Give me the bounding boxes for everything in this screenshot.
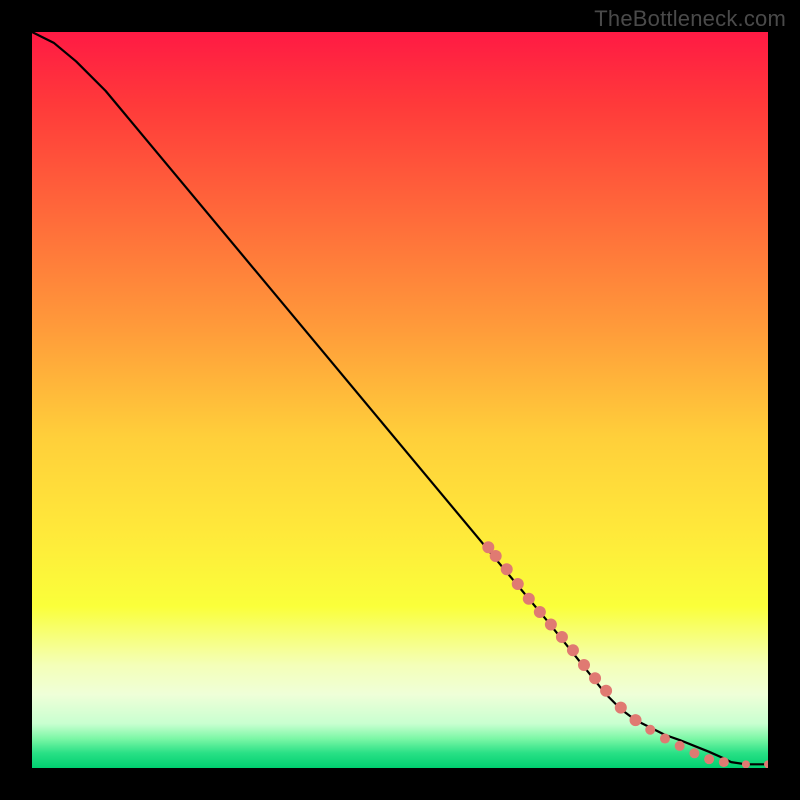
marker-point — [689, 748, 699, 758]
marker-point — [534, 606, 546, 618]
curve-line — [32, 32, 768, 764]
marker-point — [523, 593, 535, 605]
marker-point — [645, 725, 655, 735]
marker-point — [545, 618, 557, 630]
marker-point — [512, 578, 524, 590]
marker-point — [600, 685, 612, 697]
marker-point — [630, 714, 642, 726]
outer-frame: TheBottleneck.com — [0, 0, 800, 800]
marker-point — [764, 760, 768, 768]
marker-point — [675, 741, 685, 751]
marker-point — [501, 563, 513, 575]
marker-point — [589, 672, 601, 684]
marker-point — [742, 760, 750, 768]
watermark-text: TheBottleneck.com — [594, 6, 786, 32]
marker-point — [719, 757, 729, 767]
marker-point — [704, 754, 714, 764]
marker-point — [615, 702, 627, 714]
marker-point — [660, 734, 670, 744]
marker-point — [578, 659, 590, 671]
marker-point — [490, 550, 502, 562]
chart-svg — [32, 32, 768, 768]
marker-point — [556, 631, 568, 643]
marker-point — [567, 644, 579, 656]
marker-group — [482, 541, 768, 768]
plot-area — [32, 32, 768, 768]
